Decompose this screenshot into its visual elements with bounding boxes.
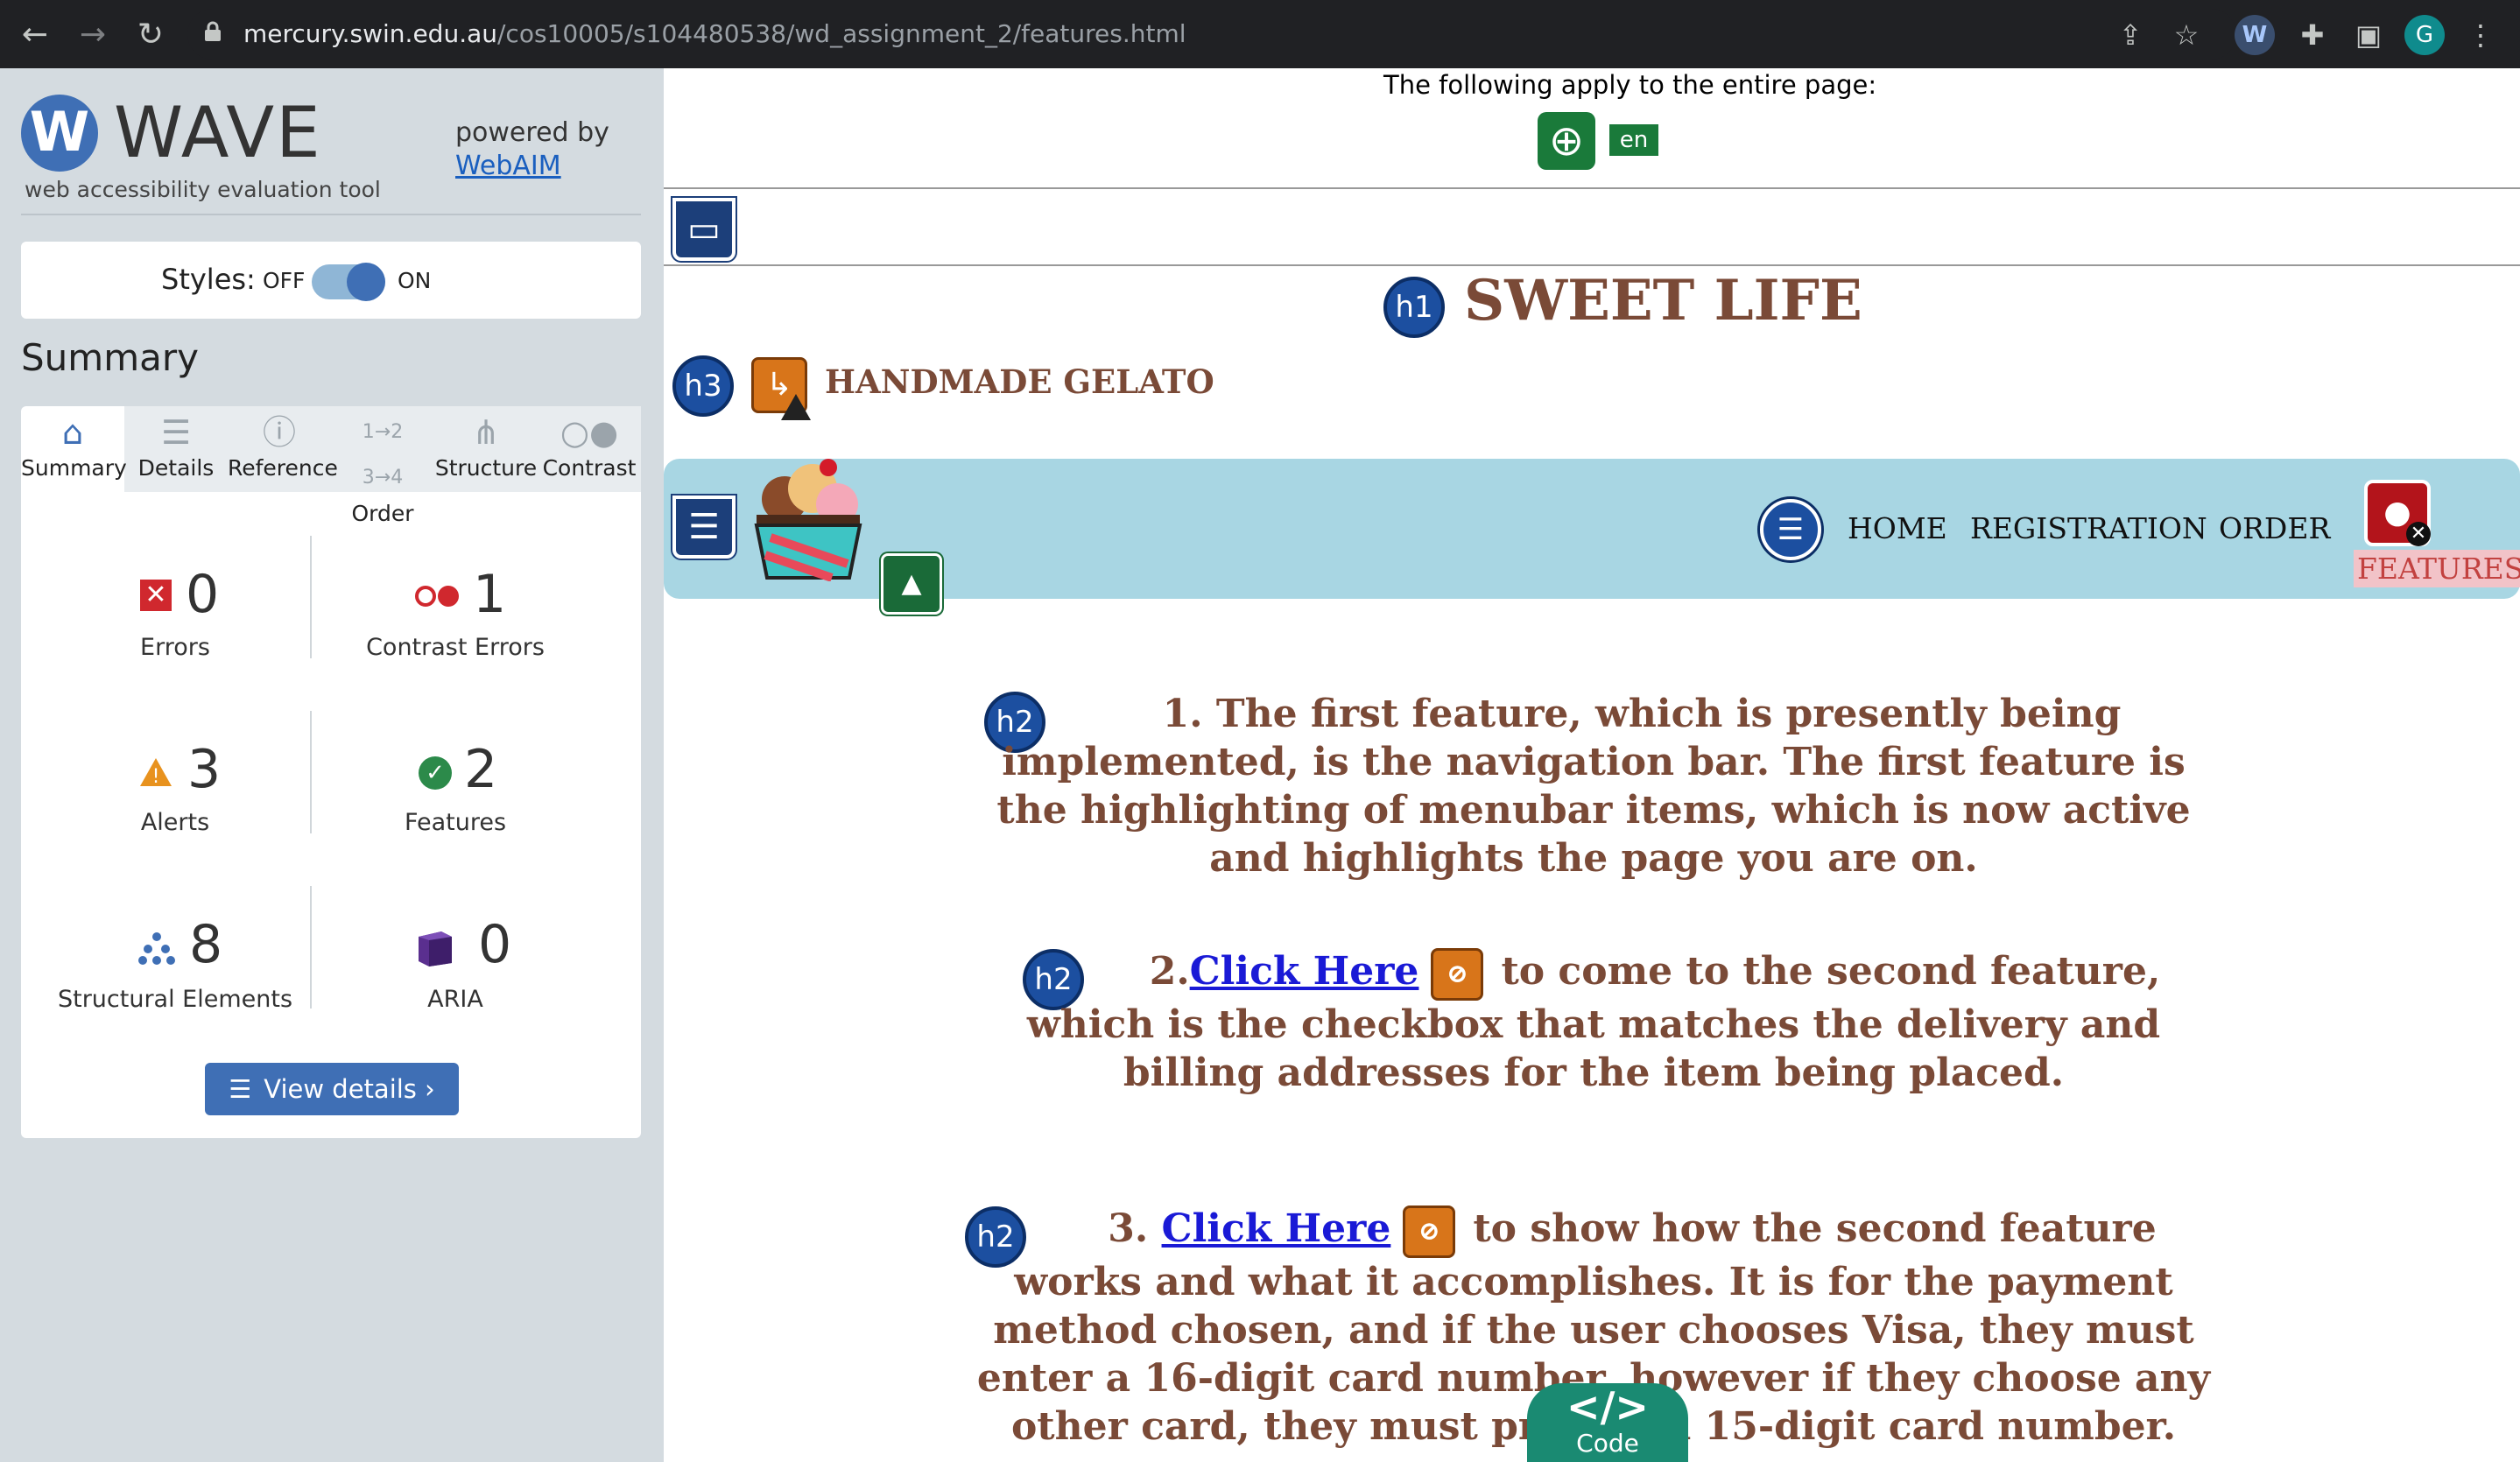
code-panel-toggle[interactable]: </> Code [1527,1383,1688,1462]
nav-region-icon[interactable]: ☰ [672,496,736,559]
wave-name: WAVE [114,92,322,173]
language-globe-icon[interactable]: ⊕ [1538,112,1595,170]
alerts-count: 3 [187,739,222,800]
divider [664,187,2520,189]
styles-label: Styles: [161,263,256,296]
tab-details[interactable]: ☰ Details [124,406,228,492]
divider [310,711,312,833]
features-label: Features [404,809,507,836]
structure-tree-icon [138,931,175,965]
styles-off-label: OFF [263,268,306,293]
errors-count: 0 [186,564,220,625]
aria-count: 0 [478,914,512,975]
aria-label: ARIA [427,986,483,1013]
styles-on-label: ON [398,268,432,293]
list-icon: ☰ [229,1074,252,1104]
webaim-link[interactable]: WebAIM [455,151,561,181]
tab-contrast[interactable]: ○● Contrast [538,406,641,492]
link-alert-icon[interactable]: ⊘ [1431,947,1484,1001]
address-bar[interactable]: mercury.swin.edu.au/cos10005/s104480538/… [187,9,2236,60]
alert-icon: ! [138,756,173,788]
language-badge[interactable]: en [1609,124,1658,156]
click-here-link[interactable]: Click Here [1162,1206,1391,1251]
nav-registration-link[interactable]: REGISTRATION [1970,511,2207,545]
click-here-link[interactable]: Click Here [1190,949,1419,994]
h3-heading-icon[interactable]: h3 [672,355,734,417]
features-count: 2 [464,739,498,800]
bookmark-star-icon[interactable]: ☆ [2166,15,2207,55]
contrast-icon: ○● [560,413,619,452]
wave-logo-icon: W [21,95,98,172]
feature-1-paragraph: 1. The first feature, which is presently… [996,692,2191,881]
gelato-logo-image [744,450,872,582]
tab-summary[interactable]: ⌂ Summary [21,406,127,492]
list-structure-icon[interactable]: ☰ [1760,499,1821,560]
structural-count: 8 [189,914,223,975]
structural-label: Structural Elements [57,986,293,1013]
nav-order-link[interactable]: ORDER [2219,511,2330,545]
wave-extension-icon[interactable]: W [2235,15,2275,55]
link-alert-icon[interactable]: ⊘ [1403,1205,1456,1258]
forward-icon[interactable]: → [74,16,112,54]
code-icon: </> [1566,1383,1649,1430]
summary-heading: Summary [21,336,199,379]
errors-label: Errors [140,634,210,661]
site-subtitle: HANDMADE GELATO [825,362,1214,401]
header-region-icon[interactable]: ▭ [672,198,736,261]
menu-kebab-icon[interactable]: ⋮ [2460,15,2501,55]
styles-toggle-knob[interactable] [347,263,385,301]
contrast-error-icon [413,583,462,609]
side-panel-icon[interactable]: ▣ [2348,15,2389,55]
url-host: mercury.swin.edu.au [243,19,497,48]
back-icon[interactable]: ← [16,16,54,54]
structure-icon: ⋔ [472,413,500,452]
feature-check-icon: ✓ [419,756,452,790]
aria-cube-icon [415,928,455,968]
nav-home-link[interactable]: HOME [1848,511,1947,545]
contrast-errors-label: Contrast Errors [366,634,545,661]
warning-triangle-icon [781,394,811,420]
info-icon: ⓘ [262,413,296,452]
code-label: Code [1576,1429,1639,1458]
nav-features-link[interactable]: FEATURES [2354,550,2520,587]
tab-reference[interactable]: ⓘ Reference [228,406,338,492]
tab-order[interactable]: 1→2 3→4 Order [331,406,434,526]
extensions-puzzle-icon[interactable]: ✚ [2292,15,2333,55]
divider [310,536,312,658]
close-icon: ✕ [2406,522,2431,546]
reload-icon[interactable]: ↻ [131,16,170,54]
feature-2-paragraph: 2.Click Here ⊘ to come to the second featu… [1026,947,2161,1095]
svg-text:!: ! [152,766,160,788]
lock-icon [203,9,222,41]
powered-by-label: powered by [455,117,609,148]
url-path: /cos10005/s104480538/wd_assignment_2/fea… [497,19,1186,48]
profile-avatar[interactable]: G [2404,15,2445,55]
list-icon: ☰ [160,413,192,452]
divider [21,214,641,215]
alerts-label: Alerts [140,809,210,836]
order-icon: 1→2 3→4 [362,421,404,489]
site-title: SWEET LIFE [1464,268,1862,334]
view-details-button[interactable]: ☰ View details › [205,1063,459,1115]
error-icon: ✕ [140,580,172,611]
divider [310,886,312,1009]
contrast-errors-count: 1 [473,564,507,625]
h1-heading-icon[interactable]: h1 [1383,277,1445,338]
wave-tagline: web accessibility evaluation tool [25,177,381,202]
page-level-note: The following apply to the entire page: [1383,70,1877,100]
divider [664,264,2520,266]
home-icon: ⌂ [61,413,84,452]
image-alt-icon[interactable]: ▲ [881,553,942,615]
share-icon[interactable]: ⇪ [2110,15,2150,55]
tab-structure[interactable]: ⋔ Structure [434,406,538,492]
